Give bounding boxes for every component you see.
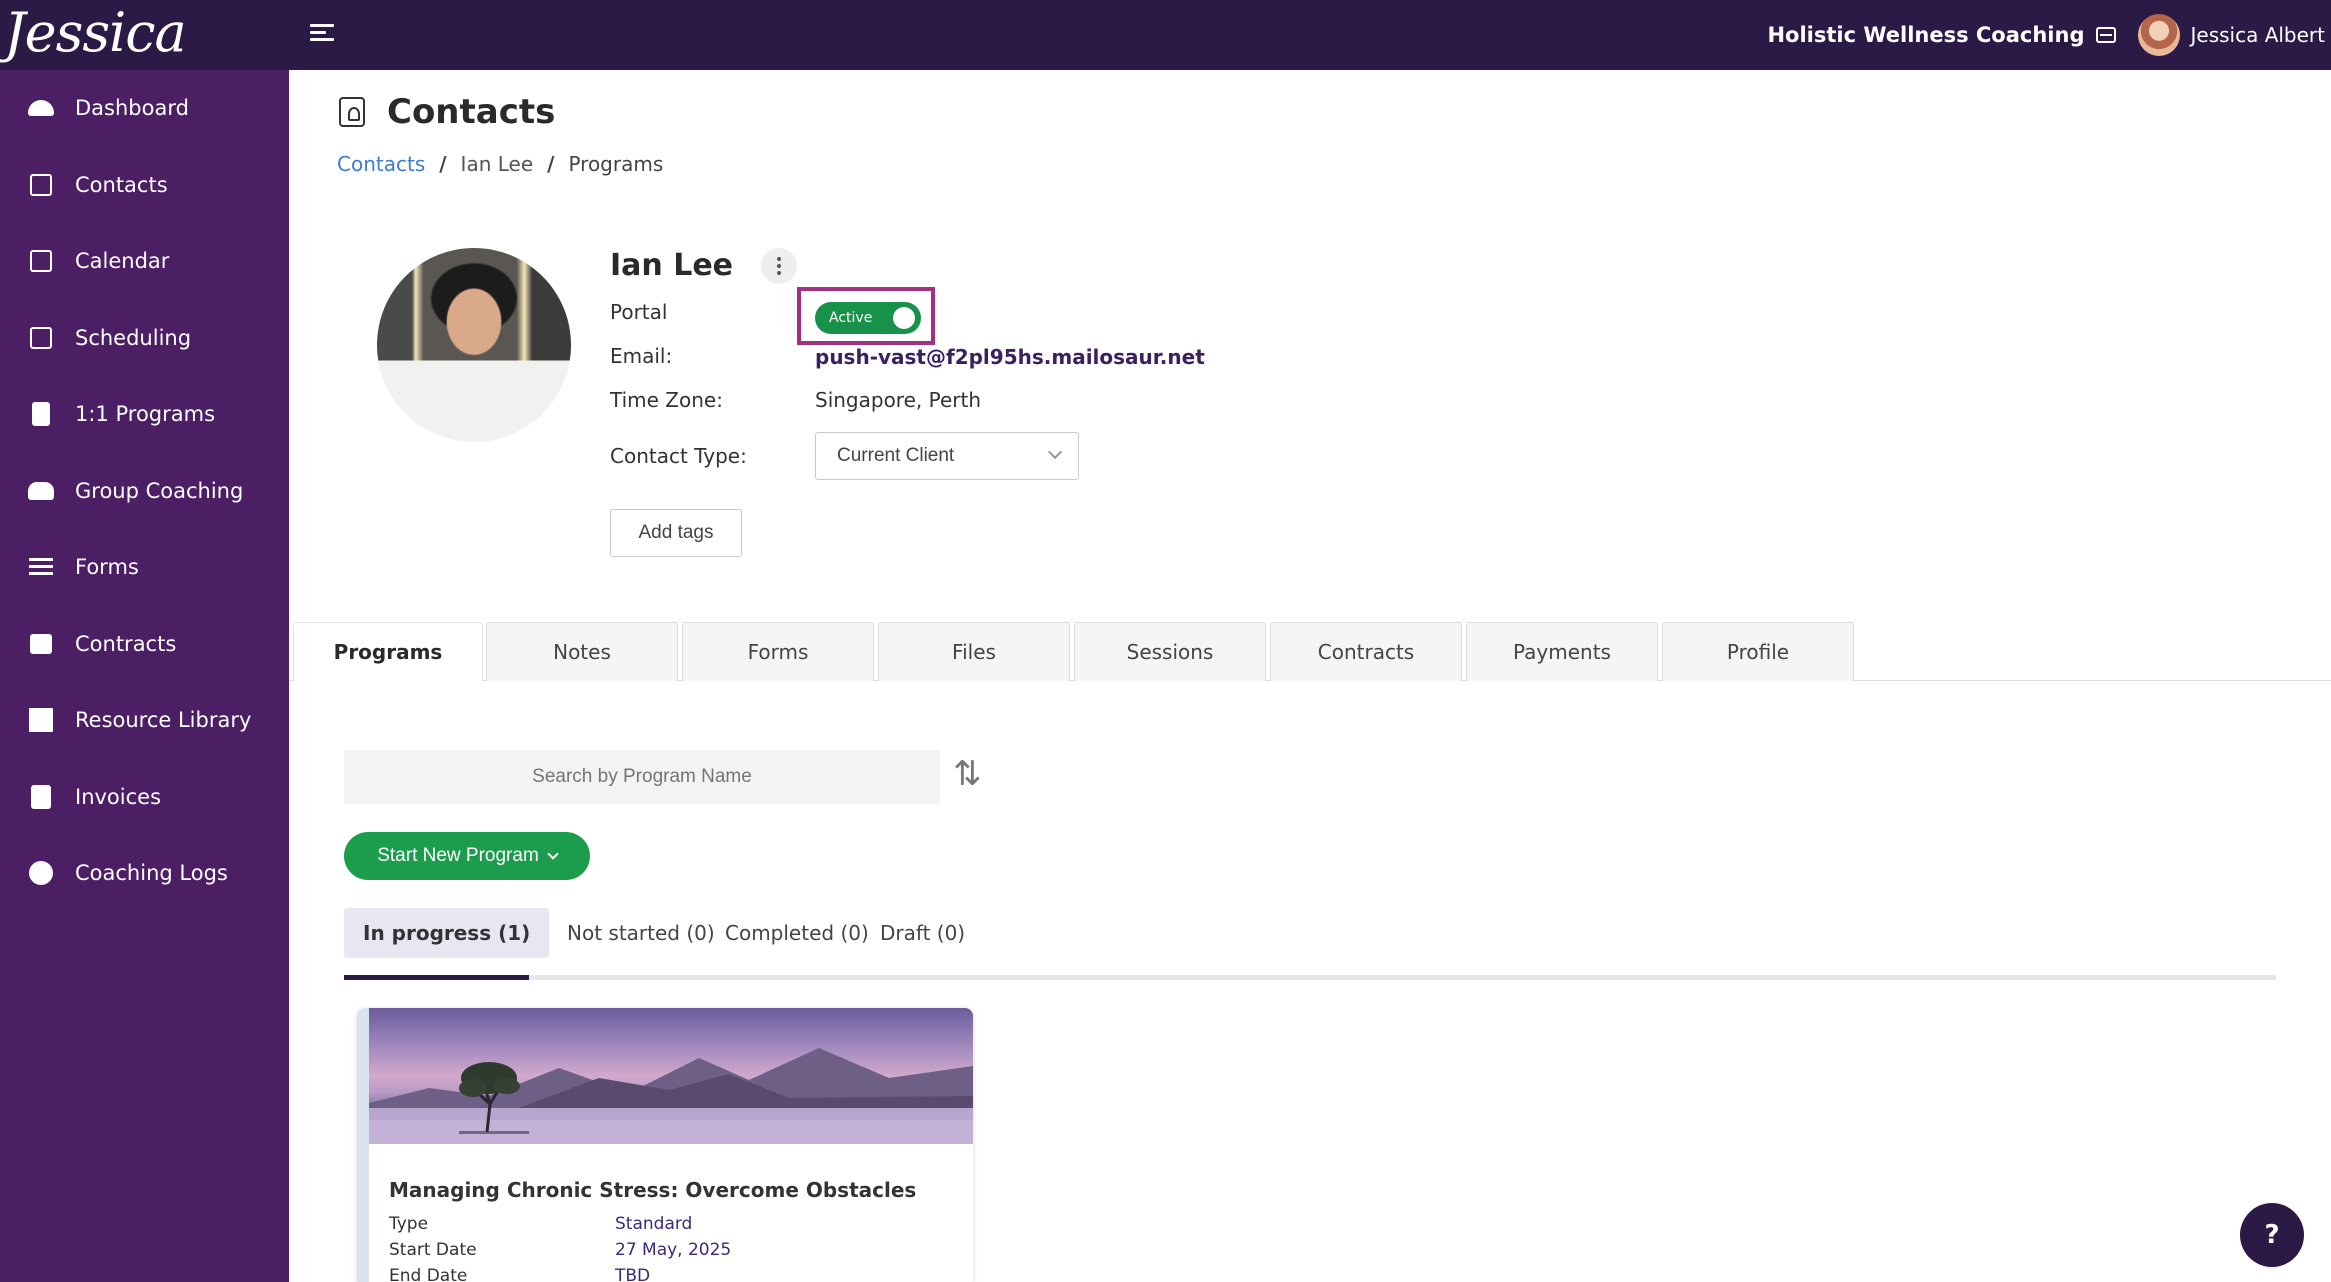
program-end-label: End Date (389, 1266, 468, 1282)
portal-label: Portal (610, 300, 668, 324)
sidebar-item-scheduling[interactable]: Scheduling (0, 306, 289, 370)
invoice-icon (28, 784, 54, 810)
sort-icon[interactable]: ⇅ (953, 756, 989, 792)
contact-type-value: Current Client (837, 445, 955, 466)
program-search-input[interactable] (344, 750, 940, 804)
contacts-icon (28, 172, 54, 198)
sidebar-item-label: Forms (75, 555, 139, 579)
sidebar-item-label: Contacts (75, 173, 168, 197)
tab-notes[interactable]: Notes (486, 622, 678, 681)
breadcrumb-current: Programs (568, 152, 664, 176)
add-tags-button[interactable]: Add tags (610, 509, 742, 557)
breadcrumb: Contacts / Ian Lee / Programs (337, 152, 663, 176)
scheduling-icon (28, 325, 54, 351)
portal-status-toggle[interactable]: Active (815, 302, 921, 334)
sidebar-item-label: 1:1 Programs (75, 402, 216, 426)
program-title[interactable]: Managing Chronic Stress: Overcome Obstac… (389, 1178, 916, 1202)
menu-toggle-icon[interactable] (310, 24, 334, 46)
sidebar-item-resource-library[interactable]: Resource Library (0, 688, 289, 752)
calendar-icon (28, 248, 54, 274)
program-start-value: 27 May, 2025 (615, 1240, 732, 1260)
top-bar: Jessica Albert Holistic Wellness Coachin… (0, 0, 2331, 130)
sidebar-item-label: Scheduling (75, 326, 192, 350)
sidebar-item-label: Coaching Logs (75, 861, 228, 885)
program-type-label: Type (389, 1214, 429, 1234)
tab-contracts[interactable]: Contracts (1270, 622, 1462, 681)
program-card[interactable]: Managing Chronic Stress: Overcome Obstac… (357, 1008, 973, 1282)
contact-photo (377, 248, 571, 442)
sidebar-item-group-coaching[interactable]: Group Coaching (0, 459, 289, 523)
toggle-knob (893, 307, 915, 329)
sidebar-item-calendar[interactable]: Calendar (0, 229, 289, 293)
lake-landscape-illustration (369, 1048, 973, 1144)
main-content: Contacts Contacts / Ian Lee / Programs I… (289, 70, 2331, 1282)
program-end-value: TBD (615, 1266, 651, 1282)
sidebar-item-label: Calendar (75, 249, 170, 273)
contact-type-select[interactable]: Current Client (815, 432, 1079, 480)
active-subtab-indicator (344, 975, 529, 980)
breadcrumb-contacts-link[interactable]: Contacts (337, 152, 425, 176)
start-new-program-button[interactable]: Start New Program (344, 832, 590, 880)
chevron-down-icon (547, 848, 559, 860)
contacts-book-icon (339, 97, 365, 127)
library-icon (28, 707, 54, 733)
sidebar-item-label: Resource Library (75, 708, 252, 732)
sidebar-item-programs[interactable]: 1:1 Programs (0, 382, 289, 446)
clock-icon (28, 860, 54, 886)
group-icon (28, 478, 54, 504)
start-new-program-label: Start New Program (377, 845, 539, 866)
user-name[interactable]: Jessica Albert (2190, 23, 2325, 47)
contract-sign-icon (28, 631, 54, 657)
business-name[interactable]: Holistic Wellness Coaching (1767, 23, 2084, 47)
timezone-label: Time Zone: (610, 388, 723, 412)
contact-more-options-button[interactable] (761, 248, 797, 284)
tab-programs[interactable]: Programs (293, 622, 483, 681)
breadcrumb-separator: / (547, 152, 555, 176)
subtab-draft[interactable]: Draft (0) (861, 908, 984, 958)
business-switch-icon[interactable] (2096, 27, 2117, 43)
program-cover-image (369, 1008, 973, 1144)
program-type-value: Standard (615, 1214, 693, 1234)
contact-name: Ian Lee (610, 248, 734, 283)
sidebar-item-dashboard[interactable]: Dashboard (0, 76, 289, 140)
sidebar-item-coaching-logs[interactable]: Coaching Logs (0, 841, 289, 905)
tab-sessions[interactable]: Sessions (1074, 622, 1266, 681)
book-icon (28, 401, 54, 427)
page-title: Contacts (387, 92, 556, 132)
breadcrumb-separator: / (439, 152, 447, 176)
sidebar: Dashboard Contacts Calendar Scheduling 1… (0, 70, 289, 1282)
portal-status-label: Active (829, 310, 873, 326)
app-root: Jessica Albert Holistic Wellness Coachin… (0, 0, 2331, 1282)
sidebar-item-label: Group Coaching (75, 479, 244, 503)
tab-forms[interactable]: Forms (682, 622, 874, 681)
tab-profile[interactable]: Profile (1662, 622, 1854, 681)
subtabs-divider (344, 975, 2276, 980)
program-start-label: Start Date (389, 1240, 477, 1260)
forms-icon (28, 554, 54, 580)
sidebar-item-forms[interactable]: Forms (0, 535, 289, 599)
email-label: Email: (610, 344, 673, 368)
sidebar-item-contracts[interactable]: Contracts (0, 612, 289, 676)
help-button[interactable]: ? (2240, 1203, 2304, 1267)
contact-email[interactable]: push-vast@f2pl95hs.mailosaur.net (815, 345, 1205, 369)
breadcrumb-contact-name: Ian Lee (460, 152, 534, 176)
tab-payments[interactable]: Payments (1466, 622, 1658, 681)
user-avatar[interactable] (2138, 14, 2181, 56)
sidebar-item-contacts[interactable]: Contacts (0, 153, 289, 217)
sidebar-item-label: Contracts (75, 632, 177, 656)
tab-files[interactable]: Files (878, 622, 1070, 681)
sidebar-item-label: Dashboard (75, 96, 189, 120)
account-area: Holistic Wellness Coaching Jessica Alber… (1767, 0, 2325, 70)
brand-logo[interactable]: Jessica Albert (4, 0, 290, 130)
contact-type-label: Contact Type: (610, 444, 747, 468)
dashboard-icon (28, 95, 54, 121)
contact-timezone: Singapore, Perth (815, 388, 982, 412)
subtab-in-progress[interactable]: In progress (1) (344, 908, 550, 958)
page-header: Contacts (339, 92, 555, 132)
sidebar-item-label: Invoices (75, 785, 162, 809)
sidebar-item-invoices[interactable]: Invoices (0, 765, 289, 829)
chevron-down-icon (1047, 444, 1063, 460)
